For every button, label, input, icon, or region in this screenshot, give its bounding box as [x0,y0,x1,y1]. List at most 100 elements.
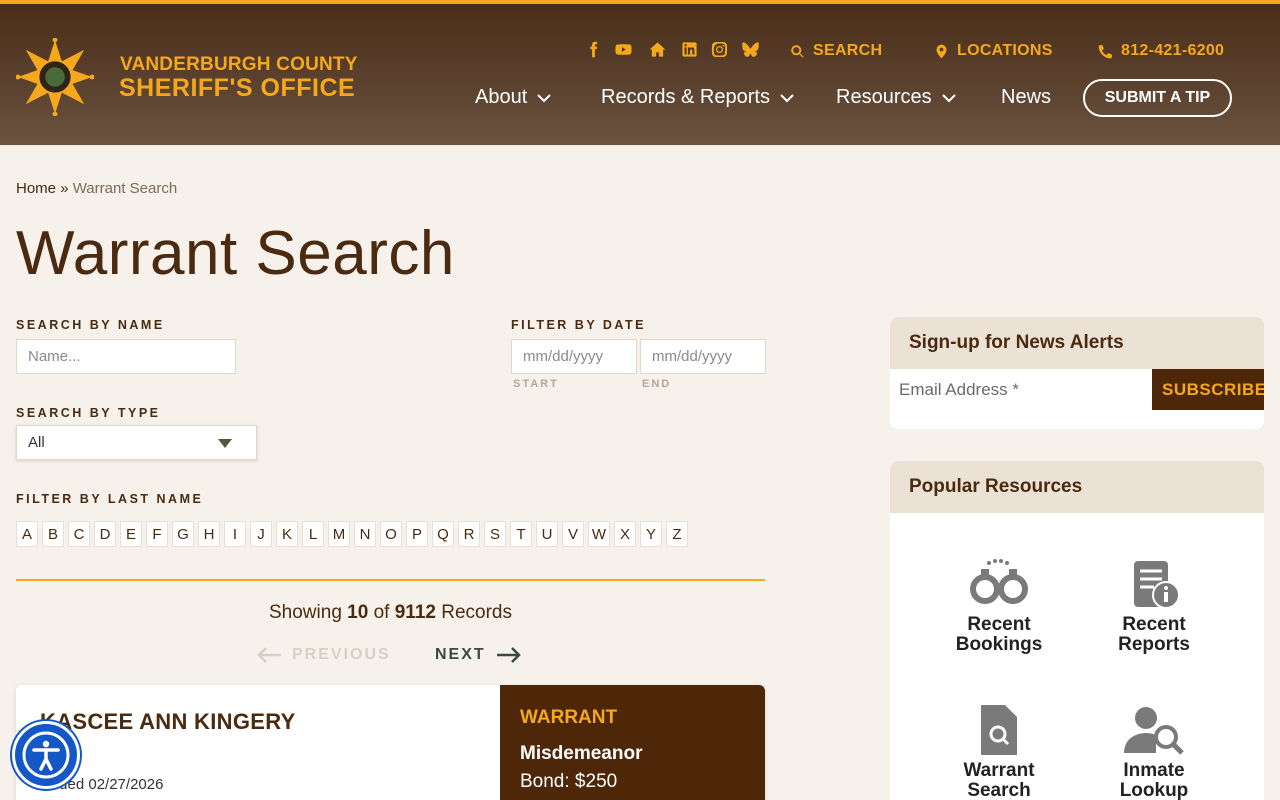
type-select-value: All [28,434,45,451]
letter-filter-t[interactable]: T [510,521,532,547]
accessibility-icon [22,731,70,779]
resource-line2: Reports [1118,634,1190,655]
youtube-icon[interactable] [614,40,632,58]
handcuffs-icon [970,559,1028,604]
resource-line2: Search [967,780,1031,800]
letter-filter-m[interactable]: M [328,521,350,547]
divider [16,579,765,581]
letter-filter-l[interactable]: L [302,521,324,547]
phone-number: 812-421-6200 [1121,42,1225,59]
end-label: END [642,378,672,390]
results-count: 10 [347,602,369,623]
map-pin-icon [936,44,947,58]
record-kind: WARRANT [520,707,618,728]
resource-recent-reports[interactable]: Recent Reports [1089,559,1219,655]
resource-line2: Bookings [955,634,1043,655]
letter-filter-z[interactable]: Z [666,521,688,547]
subscribe-button[interactable]: SUBSCRIBE [1152,369,1264,410]
start-date-input[interactable]: mm/dd/yyyy [511,339,637,374]
end-date-input[interactable]: mm/dd/yyyy [640,339,766,374]
nav-resources-label: Resources [836,86,932,108]
brand-line-office[interactable]: SHERIFF'S OFFICE [119,74,355,103]
letter-filter-j[interactable]: J [250,521,272,547]
results-total: 9112 [394,602,436,623]
breadcrumb-current: Warrant Search [72,180,178,197]
arrow-right-icon [496,647,521,663]
chevron-down-icon [941,93,956,102]
linkedin-icon[interactable] [680,40,698,58]
previous-label: PREVIOUS [292,646,391,663]
letter-filter-w[interactable]: W [588,521,610,547]
previous-button[interactable]: PREVIOUS [256,645,391,665]
next-label: NEXT [435,646,486,663]
letter-filter-g[interactable]: G [172,521,194,547]
nav-about[interactable]: About [475,86,551,109]
letter-filter-p[interactable]: P [406,521,428,547]
home-icon[interactable] [648,40,666,58]
email-input[interactable]: Email Address * [890,369,1152,410]
sheriff-badge-logo[interactable] [15,37,95,117]
report-icon [1134,561,1180,609]
page-title: Warrant Search [16,219,455,288]
letter-filter-n[interactable]: N [354,521,376,547]
instagram-icon[interactable] [710,40,728,58]
chevron-down-icon [780,93,794,102]
letter-filter-k[interactable]: K [276,521,298,547]
letter-filter-y[interactable]: Y [640,521,662,547]
person-search-icon [1124,707,1184,755]
start-label: START [513,378,559,390]
accessibility-button[interactable] [12,721,80,789]
letter-filter-f[interactable]: F [146,521,168,547]
search-label: SEARCH [813,42,883,59]
letter-filter-x[interactable]: X [614,521,636,547]
letter-filter-a[interactable]: A [16,521,38,547]
letter-filter-r[interactable]: R [458,521,480,547]
letter-filter-i[interactable]: I [224,521,246,547]
search-name-label: SEARCH BY NAME [16,318,165,332]
nav-resources[interactable]: Resources [836,86,956,109]
brand-line-county[interactable]: VANDERBURGH COUNTY [120,54,358,76]
locations-link[interactable]: LOCATIONS [934,42,1053,60]
search-link[interactable]: SEARCH [790,42,882,60]
bluesky-icon[interactable] [741,40,759,58]
breadcrumb-separator: » [60,180,69,197]
phone-link[interactable]: 812-421-6200 [1098,42,1224,60]
resource-line1: Recent [1122,614,1186,635]
record-bond: Bond: $250 [520,771,618,792]
resource-line1: Inmate [1123,760,1185,781]
results-summary: Showing 10 of 9112 Records [16,602,765,624]
letter-filter-b[interactable]: B [42,521,64,547]
resource-warrant-search[interactable]: Warrant Search [934,705,1064,800]
record-warrant-panel: WARRANT Misdemeanor Bond: $250 [500,685,765,800]
breadcrumb-home[interactable]: Home [16,180,56,197]
next-button[interactable]: NEXT [435,645,522,665]
resource-inmate-lookup[interactable]: Inmate Lookup [1089,705,1219,800]
letter-filter-d[interactable]: D [94,521,116,547]
letter-filter-v[interactable]: V [562,521,584,547]
letter-filter-s[interactable]: S [484,521,506,547]
locations-label: LOCATIONS [957,42,1053,59]
resource-recent-bookings[interactable]: Recent Bookings [934,559,1064,655]
resource-line1: Recent [967,614,1031,635]
showing-prefix: Showing [269,602,342,623]
nav-records-reports[interactable]: Records & Reports [601,86,794,109]
letter-filter-c[interactable]: C [68,521,90,547]
search-icon [791,44,804,58]
letter-filter-o[interactable]: O [380,521,402,547]
letter-filter-q[interactable]: Q [432,521,454,547]
site-header: VANDERBURGH COUNTY SHERIFF'S OFFICE SEAR… [0,4,1280,145]
breadcrumb: Home » Warrant Search [16,180,177,197]
letter-filter-e[interactable]: E [120,521,142,547]
warrant-record-card[interactable]: KASCEE ANN KINGERY 32 Issued 02/27/2026 … [16,685,765,800]
facebook-icon[interactable] [584,40,602,58]
letter-filter-h[interactable]: H [198,521,220,547]
filter-date-label: FILTER BY DATE [511,318,646,332]
type-select[interactable]: All [16,425,257,460]
arrow-left-icon [257,647,281,663]
name-search-input[interactable]: Name... [16,339,236,374]
submit-tip-button[interactable]: SUBMIT A TIP [1083,79,1232,117]
nav-news[interactable]: News [1001,86,1051,109]
resource-line1: Warrant [963,760,1035,781]
letter-filter-u[interactable]: U [536,521,558,547]
filter-lastname-label: FILTER BY LAST NAME [16,492,204,506]
